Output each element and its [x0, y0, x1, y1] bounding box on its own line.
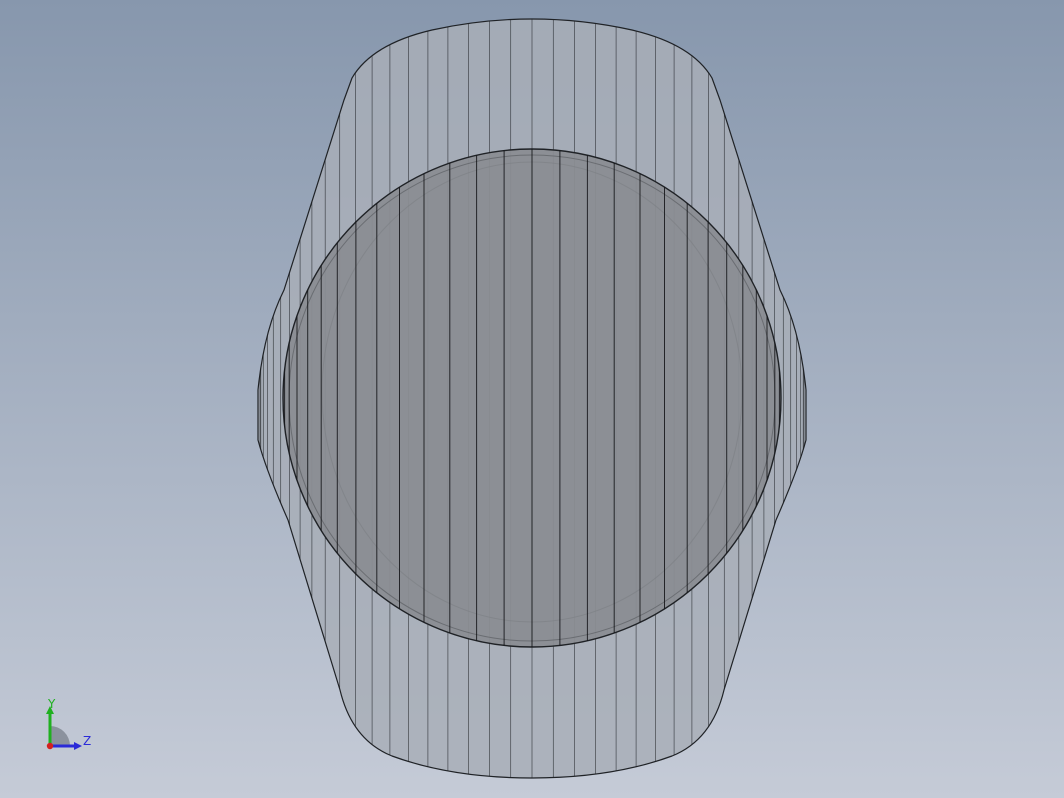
model-view[interactable] [0, 0, 1064, 798]
x-axis-dot [46, 742, 54, 750]
triad-quadrant [50, 726, 70, 746]
part-body[interactable] [257, 0, 807, 798]
orientation-triad: Y Z [36, 696, 100, 756]
z-axis-label: Z [83, 734, 92, 748]
y-axis-label: Y [48, 697, 56, 711]
graphics-viewport[interactable]: Y Z [0, 0, 1064, 798]
z-axis-arrowhead [74, 742, 82, 750]
